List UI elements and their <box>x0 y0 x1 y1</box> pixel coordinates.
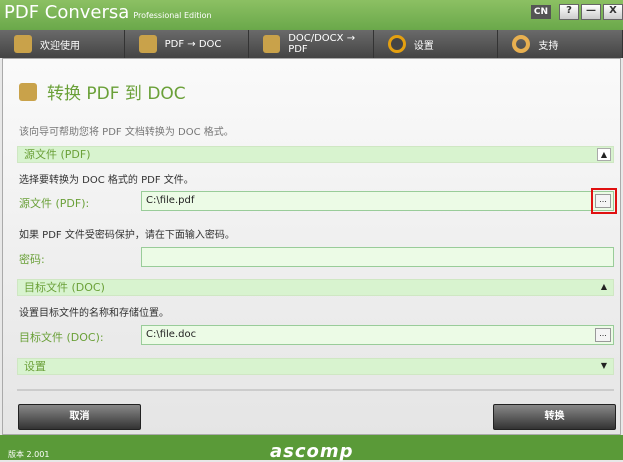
ascomp-logo: ascomp <box>270 441 354 462</box>
help-button[interactable]: ? <box>559 4 579 20</box>
target-hint: 设置目标文件的名称和存储位置。 <box>19 308 169 319</box>
source-hint: 选择要转换为 DOC 格式的 PDF 文件。 <box>19 175 194 186</box>
target-section-header[interactable]: 目标文件 (DOC) ▲ <box>17 279 614 296</box>
password-label: 密码: <box>19 253 45 266</box>
highlight-box <box>591 188 617 214</box>
expand-icon[interactable]: ▼ <box>597 360 611 373</box>
source-section-header[interactable]: 源文件 (PDF) ▲ <box>17 146 614 163</box>
main-tabs: 欢迎使用 PDF → DOC DOC/DOCX → PDF 设置 支持 <box>0 30 623 58</box>
tab-label: PDF → DOC <box>164 38 222 50</box>
collapse-icon[interactable]: ▲ <box>597 281 611 294</box>
tab-support[interactable]: 支持 <box>498 30 623 58</box>
welcome-icon <box>14 35 32 53</box>
source-file-input[interactable]: C:\file.pdf... <box>141 188 617 214</box>
version-label: 版本 2.001 <box>8 450 50 459</box>
tab-doc-to-pdf[interactable]: DOC/DOCX → PDF <box>249 30 374 58</box>
section-title: 设置 <box>24 360 46 373</box>
password-hint: 如果 PDF 文件受密码保护，请在下面输入密码。 <box>19 230 235 241</box>
source-label: 源文件 (PDF): <box>19 197 90 210</box>
gear-icon <box>387 35 406 53</box>
browse-target-button[interactable]: ... <box>595 328 611 342</box>
page-description: 该向导可帮助您将 PDF 文档转换为 DOC 格式。 <box>19 127 234 138</box>
section-title: 目标文件 (DOC) <box>24 281 105 294</box>
page-heading: 转换 PDF 到 DOC <box>19 79 186 104</box>
title-bar: PDF Conversa Professional Edition CN ? — … <box>0 0 623 30</box>
edition: Professional Edition <box>133 11 212 20</box>
wizard-panel: 转换 PDF 到 DOC 该向导可帮助您将 PDF 文档转换为 DOC 格式。 … <box>2 58 621 435</box>
page-title: 转换 PDF 到 DOC <box>47 84 186 104</box>
tab-pdf-to-doc[interactable]: PDF → DOC <box>124 30 250 58</box>
language-button[interactable]: CN <box>530 5 551 19</box>
settings-section-header[interactable]: 设置 ▼ <box>17 358 614 375</box>
document-icon <box>263 35 281 53</box>
tab-label: 欢迎使用 <box>40 40 80 52</box>
lifebuoy-icon <box>512 35 531 53</box>
tab-label: 支持 <box>538 40 559 52</box>
close-button[interactable]: X <box>603 4 623 20</box>
target-label: 目标文件 (DOC): <box>19 331 104 344</box>
tab-welcome[interactable]: 欢迎使用 <box>0 30 125 58</box>
password-input[interactable] <box>141 247 614 267</box>
document-icon <box>138 35 157 53</box>
app-name: PDF Conversa <box>4 2 130 23</box>
tab-label: 设置 <box>413 40 434 52</box>
convert-button[interactable]: 转换 <box>493 404 616 430</box>
minimize-button[interactable]: — <box>581 4 601 20</box>
source-file-value: C:\file.pdf <box>146 195 195 206</box>
cancel-button[interactable]: 取消 <box>18 404 141 430</box>
footer: 版本 2.001 ascomp <box>0 435 623 462</box>
collapse-icon[interactable]: ▲ <box>597 148 611 161</box>
divider <box>17 389 614 391</box>
tab-settings[interactable]: 设置 <box>373 30 499 58</box>
tab-label: DOC/DOCX → PDF <box>288 33 356 55</box>
target-file-input[interactable]: C:\file.doc... <box>141 325 614 345</box>
app-title: PDF Conversa Professional Edition <box>4 2 212 23</box>
document-icon <box>19 82 37 101</box>
section-title: 源文件 (PDF) <box>24 148 91 161</box>
target-file-value: C:\file.doc <box>146 329 197 340</box>
